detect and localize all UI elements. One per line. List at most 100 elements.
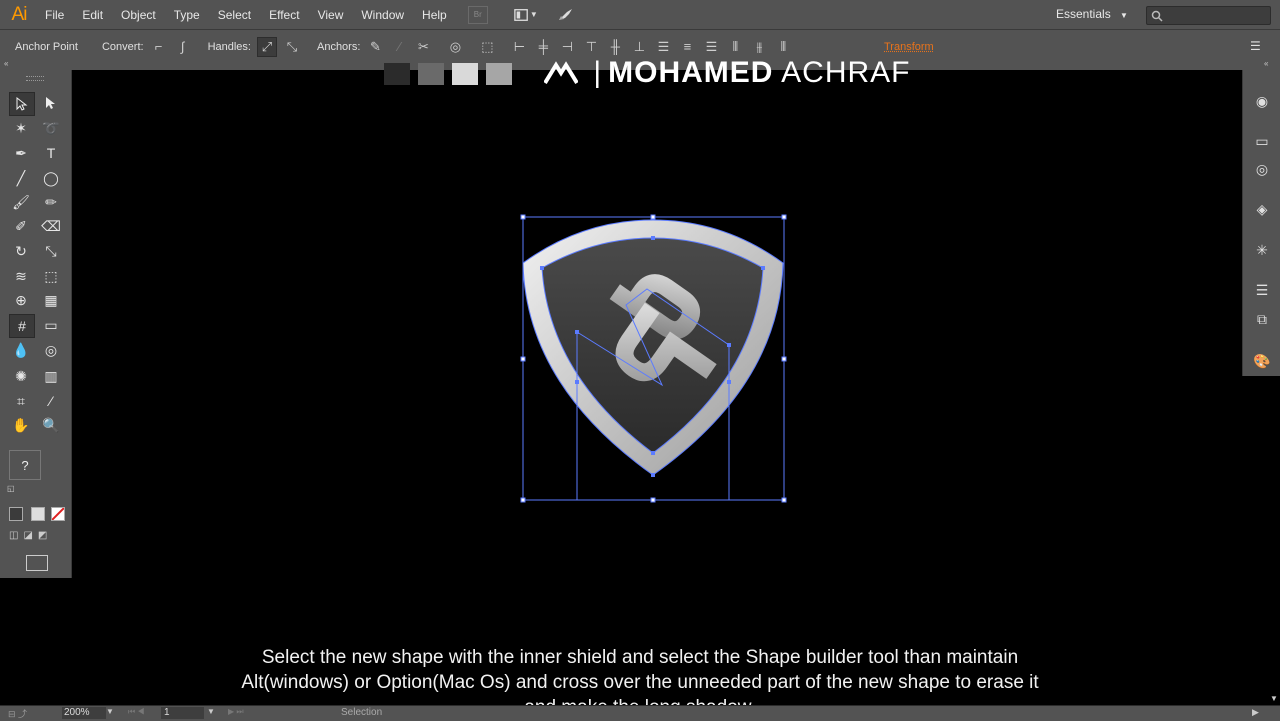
show-handles-icon[interactable]: ⤢ [256, 36, 277, 57]
horizontal-scroll-thumb[interactable] [868, 708, 1253, 718]
collapse-arrows-icon[interactable]: « [4, 59, 8, 68]
color-mode-icon[interactable] [9, 507, 23, 521]
distribute-left-icon[interactable]: ⫴ [726, 38, 744, 56]
connect-anchors-icon[interactable]: ⁄ [390, 38, 408, 56]
status-bar: ⊟ ⤴ 200% ▼ ⏮ ◀ 1 ▼ ▶ ⏭ Selection ▶ [0, 705, 1280, 721]
align-panel-icon[interactable]: ☰ [1253, 281, 1271, 299]
right-dock-panel: ◉ ▭ ◎ ◈ ✳ ☰ ⧉ 🎨 [1242, 70, 1280, 376]
hide-handles-icon[interactable]: ⤡ [283, 38, 301, 56]
align-vcenter-icon[interactable]: ╫ [606, 38, 624, 56]
align-hcenter-icon[interactable]: ╪ [534, 38, 552, 56]
help-search-input[interactable] [1146, 6, 1271, 25]
zoom-tool-icon[interactable]: 🔍 [39, 414, 63, 436]
paintbrush-tool-icon[interactable]: 🖌 [9, 191, 33, 213]
distribute-right-icon[interactable]: ⫴ [774, 38, 792, 56]
isolate-icon[interactable]: ◎ [446, 38, 464, 56]
shield-artwork[interactable] [510, 205, 800, 515]
gpu-rocket-icon[interactable] [556, 7, 574, 23]
menu-effect[interactable]: Effect [260, 8, 308, 22]
color-guide-icon[interactable]: ◉ [1253, 92, 1271, 110]
menu-select[interactable]: Select [209, 8, 260, 22]
scroll-right-icon[interactable]: ▶ [1252, 707, 1259, 718]
gradient-tool-icon[interactable]: ▭ [39, 314, 63, 336]
ellipse-tool-icon[interactable]: ◯ [39, 167, 63, 189]
workspace-switcher[interactable]: Essentials ▼ [1056, 7, 1128, 21]
status-icons[interactable]: ⊟ ⤴ [8, 707, 27, 720]
blob-brush-tool-icon[interactable]: ✐ [9, 215, 33, 237]
panel-grip[interactable] [26, 76, 44, 81]
eraser-tool-icon[interactable]: ⌫ [39, 215, 63, 237]
page-field[interactable]: 1 [161, 707, 204, 719]
slice-tool-icon[interactable]: ⁄ [39, 390, 63, 412]
free-transform-tool-icon[interactable]: ⬚ [39, 265, 63, 287]
distribute-hcenter-icon[interactable]: ⫵ [750, 38, 768, 56]
fill-stroke-icon[interactable]: ? [9, 450, 41, 480]
expand-arrows-icon[interactable]: « [1264, 59, 1268, 68]
menu-object[interactable]: Object [112, 8, 165, 22]
shape-builder-tool-icon[interactable]: ⊕ [9, 289, 33, 311]
symbol-sprayer-tool-icon[interactable]: ✺ [9, 365, 33, 387]
menu-edit[interactable]: Edit [73, 8, 112, 22]
color-swatch [384, 63, 410, 85]
swatches-palette-icon[interactable]: 🎨 [1253, 352, 1271, 370]
remove-anchor-icon[interactable]: ✎ [366, 38, 384, 56]
width-tool-icon[interactable]: ≋ [9, 265, 33, 287]
page-dropdown-icon[interactable]: ▼ [207, 707, 215, 716]
pencil-tool-icon[interactable]: ✏ [39, 191, 63, 213]
menu-type[interactable]: Type [165, 8, 209, 22]
color-swatch [486, 63, 512, 85]
line-tool-icon[interactable]: ╱ [9, 167, 33, 189]
menu-view[interactable]: View [309, 8, 353, 22]
lasso-tool-icon[interactable]: ➰ [39, 117, 63, 139]
screen-mode-icon[interactable] [26, 555, 48, 571]
arrange-documents-icon[interactable]: ▼ [513, 7, 538, 23]
selection-tool-icon[interactable] [9, 92, 35, 116]
gradient-mode-icon[interactable] [31, 507, 45, 521]
zoom-dropdown-icon[interactable]: ▼ [106, 707, 114, 716]
appearance-icon[interactable]: ◎ [1253, 160, 1271, 178]
pen-tool-icon[interactable]: ✒ [9, 142, 33, 164]
next-page-icon[interactable]: ▶ ⏭ [228, 707, 244, 717]
bridge-icon[interactable]: Br [467, 5, 488, 24]
align-right-icon[interactable]: ⊣ [558, 38, 576, 56]
distribute-vcenter-icon[interactable]: ≡ [678, 38, 696, 56]
menu-window[interactable]: Window [352, 8, 413, 22]
perspective-grid-tool-icon[interactable]: ▦ [39, 289, 63, 311]
none-mode-icon[interactable] [51, 507, 65, 521]
align-left-icon[interactable]: ⊢ [510, 38, 528, 56]
type-tool-icon[interactable]: T [39, 142, 63, 164]
magic-wand-tool-icon[interactable]: ✶ [9, 117, 33, 139]
column-graph-tool-icon[interactable]: ▥ [39, 365, 63, 387]
pathfinder-icon[interactable]: ⧉ [1253, 310, 1271, 328]
zoom-field[interactable]: 200% [62, 707, 106, 719]
brand-mark-icon [543, 61, 579, 85]
draw-modes-icon[interactable]: ◫◪◩ [9, 530, 52, 541]
convert-smooth-icon[interactable]: ∫ [174, 38, 192, 56]
panel-menu-icon[interactable]: ☰ [1250, 39, 1261, 53]
align-bottom-icon[interactable]: ⊥ [630, 38, 648, 56]
vertical-scrollbar[interactable]: ▼ [1268, 380, 1280, 705]
blend-tool-icon[interactable]: ◎ [39, 339, 63, 361]
gradient-panel-icon[interactable]: ▭ [1253, 132, 1271, 150]
distribute-bottom-icon[interactable]: ☰ [702, 38, 720, 56]
symbols-icon[interactable]: ✳ [1253, 241, 1271, 259]
distribute-top-icon[interactable]: ☰ [654, 38, 672, 56]
transform-link[interactable]: Transform [884, 41, 934, 53]
hand-tool-icon[interactable]: ✋ [9, 414, 33, 436]
first-page-icon[interactable]: ⏮ ◀ [128, 707, 145, 717]
rotate-tool-icon[interactable]: ↻ [9, 240, 33, 262]
artboard-tool-icon[interactable]: ⌗ [9, 390, 33, 412]
menu-help[interactable]: Help [413, 8, 456, 22]
align-top-icon[interactable]: ⊤ [582, 38, 600, 56]
cut-path-icon[interactable]: ✂ [414, 38, 432, 56]
scale-tool-icon[interactable]: ⤡ [39, 240, 63, 262]
eyedropper-tool-icon[interactable]: 💧 [9, 339, 33, 361]
menu-file[interactable]: File [36, 8, 73, 22]
align-to-icon[interactable]: ⬚ [478, 38, 496, 56]
default-colors-icon[interactable]: ◱ [7, 484, 15, 493]
mesh-tool-icon[interactable]: # [9, 314, 35, 338]
direct-selection-tool-icon[interactable] [39, 92, 63, 114]
scroll-down-icon[interactable]: ▼ [1270, 694, 1278, 703]
layers-icon[interactable]: ◈ [1253, 200, 1271, 218]
convert-corner-icon[interactable]: ⌐ [150, 38, 168, 56]
